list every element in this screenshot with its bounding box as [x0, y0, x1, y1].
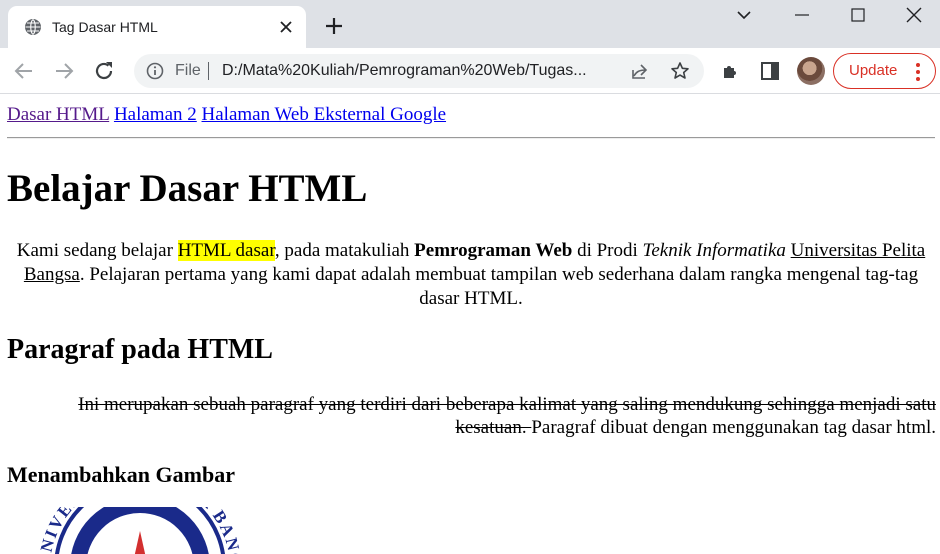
university-logo: UNIVERSITAS PELITA BANGSA	[20, 507, 240, 554]
share-icon[interactable]	[630, 61, 650, 81]
profile-avatar[interactable]	[797, 57, 825, 85]
horizontal-rule	[7, 137, 935, 139]
close-icon	[906, 7, 922, 23]
image-section-heading: Menambahkan Gambar	[7, 462, 235, 487]
back-arrow-icon[interactable]	[12, 59, 36, 83]
browser-toolbar: File D:/Mata%20Kuliah/Pemrograman%20Web/…	[0, 48, 940, 94]
nav-link-dasar-html[interactable]: Dasar HTML	[7, 104, 109, 125]
right-aligned-paragraph: Ini merupakan sebuah paragraf yang terdi…	[7, 393, 936, 439]
paragraph-text: Paragraf dibuat dengan menggunakan tag d…	[531, 417, 936, 438]
info-icon[interactable]	[146, 62, 164, 80]
intro-text-3: di Prodi	[572, 240, 643, 261]
page-title: Belajar Dasar HTML	[7, 167, 368, 210]
nav-link-google[interactable]: Halaman Web Eksternal Google	[202, 104, 447, 125]
intro-text-5: . Pelajaran pertama yang kami dapat adal…	[79, 264, 919, 309]
tab-title: Tag Dasar HTML	[52, 19, 158, 35]
extensions-puzzle-icon[interactable]	[719, 59, 743, 83]
forward-arrow-icon[interactable]	[52, 59, 76, 83]
close-tab-icon[interactable]	[276, 17, 296, 37]
new-tab-icon[interactable]	[322, 14, 346, 38]
address-separator	[208, 62, 209, 80]
minimize-button[interactable]	[774, 0, 830, 30]
tab-search-button[interactable]	[716, 0, 772, 30]
intro-text-2: , pada matakuliah	[274, 240, 415, 261]
bold-text: Pemrograman Web	[414, 240, 573, 261]
address-scheme-label: File	[175, 62, 201, 79]
more-vertical-icon	[916, 63, 920, 81]
bookmark-star-icon[interactable]	[670, 61, 690, 81]
tab-strip: Tag Dasar HTML	[0, 0, 940, 48]
highlighted-text: HTML dasar	[177, 240, 275, 261]
italic-text: Teknik Informatika	[642, 240, 786, 261]
maximize-icon	[851, 8, 865, 22]
close-window-button[interactable]	[886, 0, 940, 30]
intro-paragraph: Kami sedang belajar HTML dasar, pada mat…	[7, 239, 935, 311]
address-bar[interactable]: File D:/Mata%20Kuliah/Pemrograman%20Web/…	[134, 54, 704, 88]
globe-icon	[25, 19, 41, 35]
nav-link-halaman-2[interactable]: Halaman 2	[114, 104, 197, 125]
reload-icon[interactable]	[92, 59, 116, 83]
maximize-button[interactable]	[830, 0, 886, 30]
address-url[interactable]: D:/Mata%20Kuliah/Pemrograman%20Web/Tugas…	[222, 62, 622, 80]
side-panel-icon[interactable]	[758, 59, 782, 83]
page-nav: Dasar HTML Halaman 2 Halaman Web Ekstern…	[7, 104, 446, 126]
web-page: Dasar HTML Halaman 2 Halaman Web Ekstern…	[0, 95, 940, 554]
update-button[interactable]: Update	[833, 53, 936, 89]
intro-text-1: Kami sedang belajar	[16, 240, 178, 261]
browser-tab[interactable]: Tag Dasar HTML	[8, 6, 306, 48]
update-button-label: Update	[849, 62, 898, 79]
minimize-icon	[795, 14, 809, 16]
chevron-down-icon	[737, 11, 751, 20]
section-heading: Paragraf pada HTML	[7, 334, 273, 365]
